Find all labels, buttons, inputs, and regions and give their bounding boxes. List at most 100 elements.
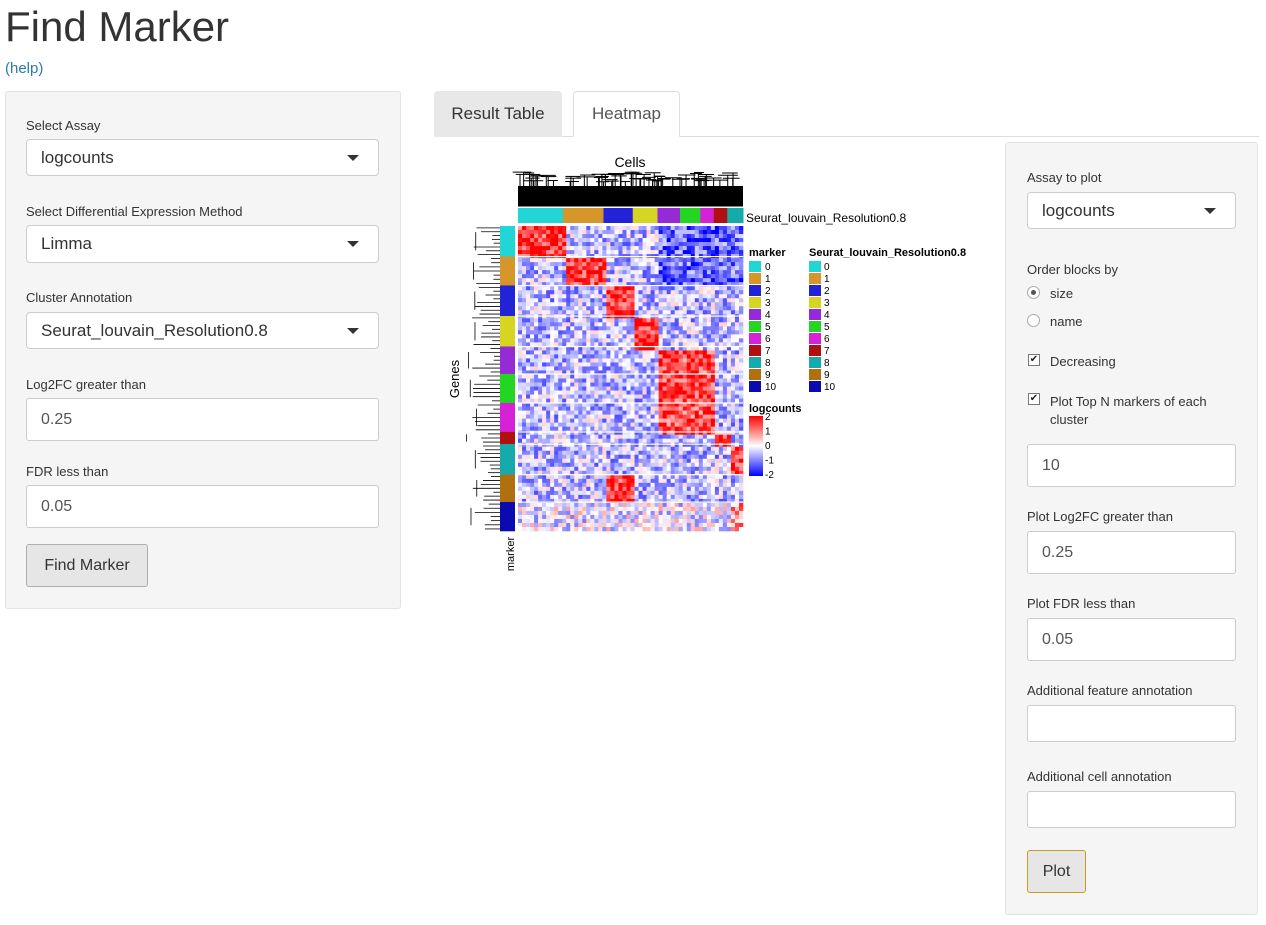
plot-assay-select[interactable]: logcounts <box>1027 192 1236 229</box>
heatmap-cell <box>574 390 579 395</box>
heatmap-cell <box>686 230 692 235</box>
tab-heatmap[interactable]: Heatmap <box>573 91 680 137</box>
heatmap-cell <box>562 446 567 452</box>
heatmap-cell <box>522 242 527 247</box>
heatmap-cell <box>678 422 684 427</box>
heatmap-cell <box>570 334 575 339</box>
log2fc-input[interactable]: 0.25 <box>26 398 379 441</box>
heatmap-cell <box>546 318 551 323</box>
heatmap-cell <box>598 450 603 456</box>
heatmap-cell <box>702 446 708 452</box>
heatmap-cell <box>670 502 675 508</box>
cluster-select[interactable]: Seurat_louvain_Resolution0.8 <box>26 312 379 349</box>
heatmap-cell <box>674 466 680 472</box>
heatmap-cell <box>574 362 579 367</box>
topn-checkbox[interactable]: ✔ <box>1028 393 1040 405</box>
method-select[interactable]: Limma <box>26 225 379 263</box>
heatmap-cell <box>686 358 692 363</box>
heatmap-cell <box>546 358 551 363</box>
heatmap-cell <box>674 234 680 239</box>
heatmap-cell <box>658 238 663 243</box>
heatmap-cell <box>554 514 559 520</box>
heatmap-cell <box>558 430 563 435</box>
heatmap-cell <box>626 414 631 419</box>
heatmap-cell <box>598 302 603 307</box>
heatmap-cell <box>534 262 539 267</box>
heatmap-cell <box>518 266 523 271</box>
heatmap-cell <box>518 330 523 335</box>
heatmap-cell <box>666 310 671 315</box>
help-link[interactable]: (help) <box>5 60 43 77</box>
heatmap-cell <box>626 366 631 371</box>
heatmap-cell <box>670 522 675 528</box>
heatmap-cell <box>550 526 555 532</box>
heatmap-cell <box>562 334 567 339</box>
heatmap-cell <box>530 506 535 512</box>
heatmap-cell <box>634 406 639 411</box>
heatmap-cell <box>714 446 720 452</box>
heatmap-cell <box>714 230 720 235</box>
heatmap-cell <box>554 318 559 323</box>
heatmap-cell <box>682 338 688 343</box>
heatmap-cell <box>730 422 736 427</box>
heatmap-cell <box>614 362 619 367</box>
heatmap-cell <box>526 266 531 271</box>
find-marker-button[interactable]: Find Marker <box>26 544 148 587</box>
heatmap-cell <box>726 478 732 484</box>
heatmap-cell <box>670 362 675 367</box>
heatmap-cell <box>686 226 692 231</box>
heatmap-cell <box>682 454 688 460</box>
heatmap-cell <box>530 226 535 231</box>
plot-log2fc-input[interactable]: 0.25 <box>1027 531 1236 574</box>
plot-button[interactable]: Plot <box>1027 850 1086 893</box>
heatmap-cell <box>698 382 704 387</box>
tab-result-table[interactable]: Result Table <box>434 91 562 137</box>
heatmap-cell <box>702 306 708 311</box>
order-name-radio[interactable] <box>1027 314 1040 327</box>
heatmap-cell <box>734 474 740 480</box>
heatmap-cell <box>606 438 611 444</box>
heatmap-cell <box>682 294 688 299</box>
heatmap-cell <box>670 482 675 488</box>
heatmap-cell <box>650 422 655 427</box>
heatmap-cell <box>650 434 655 439</box>
heatmap-cell <box>554 450 559 456</box>
heatmap-cell <box>718 510 724 516</box>
feature-annotation-input[interactable] <box>1027 705 1236 742</box>
cell-annotation-input[interactable] <box>1027 791 1236 828</box>
heatmap-cell <box>570 458 575 464</box>
column-annotation-block <box>680 208 701 223</box>
heatmap-cell <box>626 278 631 283</box>
heatmap-cell <box>654 270 659 275</box>
heatmap-cell <box>710 298 716 303</box>
plot-log2fc-label: Plot Log2FC greater than <box>1027 509 1173 524</box>
heatmap-cell <box>726 306 732 311</box>
heatmap-cell <box>674 450 680 456</box>
chevron-down-icon <box>347 327 359 334</box>
heatmap-cell <box>566 306 571 311</box>
heatmap-cell <box>622 242 627 247</box>
heatmap-cell <box>690 378 696 383</box>
heatmap-cell <box>662 514 667 520</box>
heatmap-cell <box>682 374 688 379</box>
heatmap-cell <box>598 442 603 448</box>
plot-fdr-input[interactable]: 0.05 <box>1027 618 1236 661</box>
heatmap-cell <box>654 510 659 516</box>
heatmap-cell <box>658 518 663 524</box>
decreasing-checkbox[interactable]: ✔ <box>1028 354 1040 366</box>
heatmap-cell <box>730 414 736 419</box>
heatmap-cell <box>630 526 635 532</box>
order-size-radio[interactable] <box>1027 286 1040 299</box>
heatmap-cell <box>722 518 728 524</box>
heatmap-cell <box>526 406 531 411</box>
heatmap-cell <box>730 406 736 411</box>
feature-annotation-label: Additional feature annotation <box>1027 683 1193 698</box>
heatmap-cell <box>722 250 728 255</box>
heatmap-cell <box>702 250 708 255</box>
assay-select[interactable]: logcounts <box>26 139 379 176</box>
heatmap-cell <box>734 250 740 255</box>
topn-input[interactable]: 10 <box>1027 444 1236 487</box>
fdr-input[interactable]: 0.05 <box>26 485 379 528</box>
heatmap-cell <box>570 274 575 279</box>
heatmap-cell <box>518 386 523 391</box>
